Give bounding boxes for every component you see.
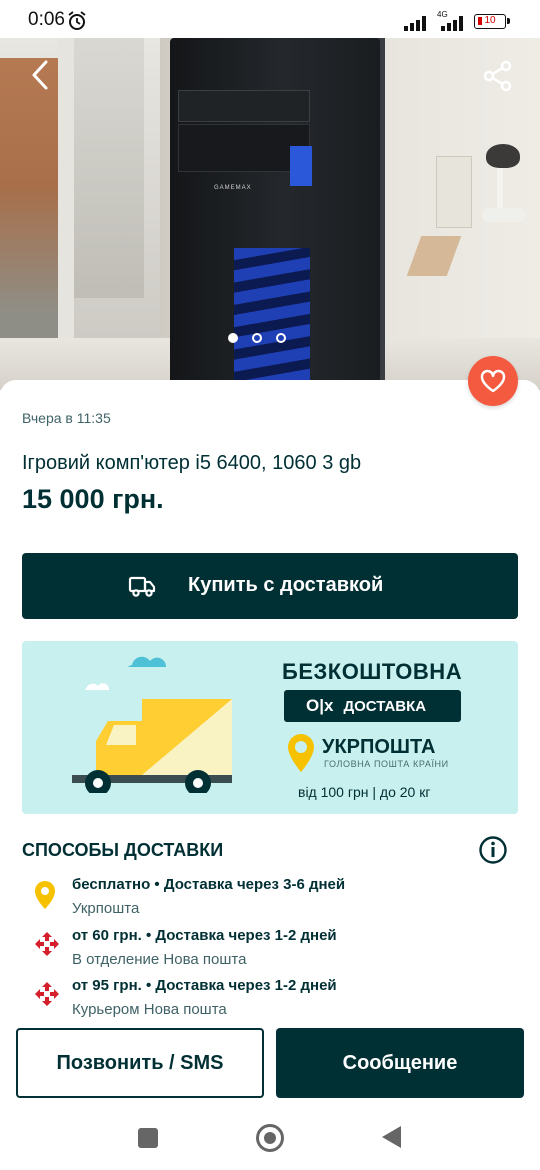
gallery-dot[interactable] <box>276 333 286 343</box>
delivery-method-sub: В отделение Нова пошта <box>72 951 247 968</box>
delivery-method-main: бесплатно • Доставка через 3-6 дней <box>72 876 346 893</box>
back-arrow-icon[interactable] <box>26 58 56 97</box>
nova-poshta-icon <box>34 981 60 1012</box>
signal-icon-secondary <box>441 15 467 36</box>
back-icon[interactable] <box>382 1126 401 1148</box>
delivery-method-nova-courier: от 95 грн. • Доставка через 1-2 дней Кур… <box>34 977 514 1021</box>
status-time: 0:06 <box>28 9 65 30</box>
buy-button-label: Купить с доставкой <box>188 574 384 596</box>
banner-terms: від 100 грн | до 20 кг <box>298 784 431 800</box>
nova-poshta-icon <box>34 931 60 962</box>
posted-date: Вчера в 11:35 <box>22 410 111 426</box>
olx-delivery-label: ДОСТАВКА <box>343 697 427 715</box>
ukrposhta-tagline: ГОЛОВНА ПОШТА КРАЇНИ <box>324 759 449 769</box>
gallery-pagination[interactable] <box>228 333 286 343</box>
listing-price: 15 000 грн. <box>22 484 164 514</box>
delivery-method-main: от 60 грн. • Доставка через 1-2 дней <box>72 927 337 944</box>
delivery-method-sub: Укрпошта <box>72 900 140 917</box>
banner-headline: БЕЗКОШТОВНА <box>282 659 463 684</box>
delivery-method-nova-branch: от 60 грн. • Доставка через 1-2 дней В о… <box>34 927 514 971</box>
signal-icon <box>404 15 430 36</box>
ukrposhta-logo-icon <box>286 732 316 779</box>
battery-icon: 10 <box>474 14 510 29</box>
call-sms-button[interactable]: Позвонить / SMS <box>16 1028 264 1098</box>
case-logo: GAMEMAX <box>214 185 252 191</box>
free-delivery-banner[interactable]: БЕЗКОШТОВНА O|x ДОСТАВКА УКРПОШТА ГОЛОВН… <box>22 641 518 814</box>
gallery-dot[interactable] <box>228 333 238 343</box>
delivery-truck-icon <box>128 574 156 603</box>
delivery-method-main: от 95 грн. • Доставка через 1-2 дней <box>72 977 337 994</box>
delivery-method-ukrposhta: бесплатно • Доставка через 3-6 дней Укрп… <box>34 876 514 920</box>
ukrposhta-pin-icon <box>34 880 56 915</box>
listing-title: Ігровий комп'ютер і5 6400, 1060 3 gb <box>22 452 362 474</box>
share-icon[interactable] <box>482 60 514 97</box>
info-icon[interactable] <box>478 835 508 870</box>
ukrposhta-name: УКРПОШТА <box>322 736 436 758</box>
olx-delivery-badge: O|x ДОСТАВКА <box>284 690 461 722</box>
heart-icon <box>480 369 506 393</box>
olx-logo: O|x <box>306 696 334 715</box>
status-bar: 0:06 4G 10 <box>0 0 540 38</box>
delivery-section-title: СПОСОБЫ ДОСТАВКИ <box>22 840 224 860</box>
alarm-icon <box>67 11 87 36</box>
message-button[interactable]: Сообщение <box>276 1028 524 1098</box>
home-icon[interactable] <box>256 1124 284 1152</box>
delivery-method-sub: Курьером Нова пошта <box>72 1001 227 1018</box>
truck-illustration <box>68 653 238 798</box>
recent-apps-icon[interactable] <box>138 1128 158 1148</box>
favorite-button[interactable] <box>468 356 518 406</box>
gallery-dot[interactable] <box>252 333 262 343</box>
